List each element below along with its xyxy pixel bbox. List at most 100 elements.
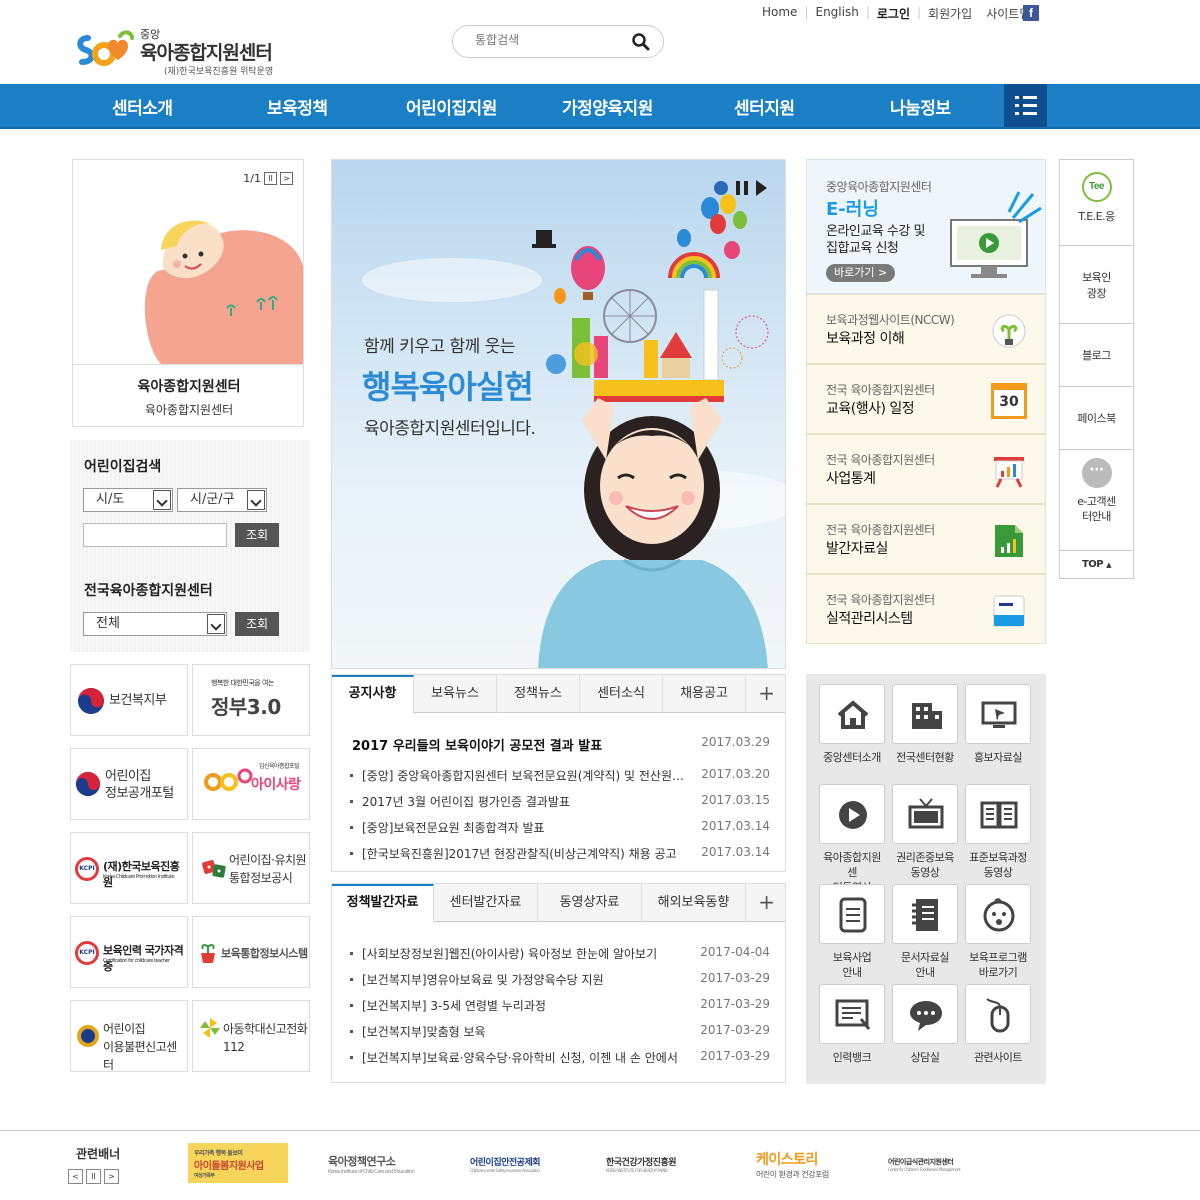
global-search-input[interactable] bbox=[475, 33, 625, 47]
elearning-small: 중앙육아종합지원센터 bbox=[826, 180, 932, 194]
link-kcpi[interactable]: KCPI (재)한국보육진흥원 Korea Childcare Promotio… bbox=[70, 832, 188, 904]
login-link[interactable]: 로그인 bbox=[870, 5, 917, 22]
banner-daycare-safety[interactable]: 어린이집안전공제회 Childcare center Safety Insura… bbox=[470, 1145, 570, 1183]
banner-food-center[interactable]: 어린이급식관리지원센터 Center for Children's Foodse… bbox=[888, 1145, 992, 1183]
search-icon[interactable] bbox=[631, 32, 651, 52]
korea-emblem-icon bbox=[78, 688, 104, 714]
banner-illustration bbox=[144, 220, 303, 370]
quick-childcare-program[interactable]: 보육프로그램 바로가기 bbox=[965, 884, 1031, 980]
daycare-search-title: 어린이집검색 bbox=[84, 459, 162, 475]
sido-select[interactable]: 시/도 bbox=[83, 488, 173, 512]
slide-indicator-dot[interactable] bbox=[714, 181, 728, 195]
main-navigation: 센터소개 보육정책 어린이집지원 가정양육지원 센터지원 나눔정보 bbox=[0, 84, 1200, 129]
mouse-icon bbox=[986, 998, 1010, 1033]
elearning-banner[interactable]: 중앙육아종합지원센터 E-러닝 온라인교육 수강 및 집합교육 신청 바로가기 > bbox=[806, 159, 1046, 294]
tile-performance-system[interactable]: 전국 육아종합지원센터 실적관리시스템 bbox=[806, 574, 1046, 644]
center-region-select[interactable]: 전체 bbox=[83, 612, 227, 636]
link-complaint-center[interactable]: 어린이집 이용불편신고센터 bbox=[70, 1000, 188, 1072]
quick-promotion-materials[interactable]: 홍보자료실 bbox=[965, 684, 1031, 765]
notebook-icon bbox=[912, 899, 938, 931]
daycare-name-input[interactable] bbox=[83, 523, 227, 547]
tab-video[interactable]: 동영상자료 bbox=[538, 884, 642, 922]
banner-healthy-family[interactable]: 한국건강가정진흥원 KOREA INSTITUTE FOR HEALTHY FA… bbox=[606, 1145, 716, 1183]
tile-publications[interactable]: 전국 육아종합지원센터 발간자료실 bbox=[806, 504, 1046, 574]
link-isarang[interactable]: 임신육아종합포털 아이사랑 bbox=[192, 748, 310, 820]
caret-up-icon: ▲ bbox=[1106, 561, 1112, 569]
side-blog[interactable]: 블로그 bbox=[1060, 324, 1133, 387]
quick-related-sites[interactable]: 관련사이트 bbox=[965, 984, 1031, 1065]
link-small-label: 행복한 대한민국을 여는 bbox=[211, 679, 274, 687]
quick-rights-video[interactable]: 권리존중보육 동영상 bbox=[892, 784, 958, 880]
join-link[interactable]: 회원가입 bbox=[921, 5, 979, 22]
footer-next-button[interactable]: > bbox=[104, 1169, 119, 1184]
side-childcare-square[interactable]: 보육인 광장 bbox=[1060, 246, 1133, 324]
logo-mark-icon bbox=[77, 30, 134, 66]
nav-center-support[interactable]: 센터지원 bbox=[734, 94, 795, 119]
sigungu-select[interactable]: 시/군/구 bbox=[177, 488, 267, 512]
quick-center-video[interactable]: 육아종합지원센터동영상 bbox=[819, 784, 885, 895]
link-label: 보육통합정보시스템 bbox=[221, 947, 308, 960]
site-logo[interactable]: 중앙 육아종합지원센터 (재)한국보육진흥원 위탁운영 bbox=[74, 22, 294, 78]
link-teacher-certificate[interactable]: KCPI 보육인력 국가자격증 Certification for childc… bbox=[70, 916, 188, 988]
tab-center-publications[interactable]: 센터발간자료 bbox=[434, 884, 538, 922]
tile-curriculum-understanding[interactable]: 보육과정웹사이트(NCCW) 보육과정 이해 bbox=[806, 294, 1046, 364]
banner-childcare-service[interactable]: 우리가족 행복 돌보미 아이돌봄지원사업 여성가족부 bbox=[188, 1143, 288, 1183]
all-menu-icon[interactable] bbox=[1004, 84, 1047, 127]
tab-childcare-news[interactable]: 보육뉴스 bbox=[414, 675, 497, 713]
link-daycare-info-portal[interactable]: 어린이집 정보공개포털 bbox=[70, 748, 188, 820]
quick-center-intro[interactable]: 중앙센터소개 bbox=[819, 684, 885, 765]
side-tee[interactable]: Tee T.E.E.응 bbox=[1060, 160, 1133, 246]
tab-center-news[interactable]: 센터소식 bbox=[580, 675, 663, 713]
tab-policy-news[interactable]: 정책뉴스 bbox=[497, 675, 580, 713]
link-childcare-integrated-system[interactable]: 보육통합정보시스템 bbox=[192, 916, 310, 988]
tile-business-statistics[interactable]: 전국 육아종합지원센터 사업통계 bbox=[806, 434, 1046, 504]
link-info-disclosure[interactable]: 어린이집·유치원 통합정보공시 bbox=[192, 832, 310, 904]
search-panel: 어린이집검색 시/도 시/군/구 조회 전국육아종합지원센터 전체 조회 bbox=[70, 440, 310, 652]
nav-home-parenting[interactable]: 가정양육지원 bbox=[562, 94, 653, 119]
quick-document-room[interactable]: 문서자료실 안내 bbox=[892, 884, 958, 980]
side-facebook[interactable]: 페이스북 bbox=[1060, 387, 1133, 450]
side-label: e-고객센 터안내 bbox=[1077, 495, 1116, 523]
link-abuse-hotline[interactable]: 아동학대신고전화 112 bbox=[192, 1000, 310, 1072]
quick-standard-curriculum-video[interactable]: 표준보육과정 동영상 bbox=[965, 784, 1031, 880]
daycare-search-button[interactable]: 조회 bbox=[235, 523, 279, 547]
nav-daycare-support[interactable]: 어린이집지원 bbox=[406, 94, 497, 119]
card-icon bbox=[993, 595, 1025, 627]
english-link[interactable]: English bbox=[808, 5, 865, 22]
quick-center-status[interactable]: 전국센터현황 bbox=[892, 684, 958, 765]
main-visual-slider[interactable]: 함께 키우고 함께 웃는 행복육아실현 육아종합지원센터입니다. bbox=[331, 159, 786, 669]
tab-overseas-trends[interactable]: 해외보육동향 bbox=[642, 884, 746, 922]
footer-prev-button[interactable]: < bbox=[68, 1169, 83, 1184]
footer-pause-button[interactable]: II bbox=[86, 1169, 101, 1184]
left-promo-banner[interactable]: 1/1 II > 육아종합지원센터 육아종합지원센터 bbox=[72, 159, 304, 427]
facebook-icon[interactable]: f bbox=[1023, 5, 1039, 21]
easel-chart-icon bbox=[994, 457, 1024, 488]
banner-pause-button[interactable]: II bbox=[264, 172, 277, 185]
nav-childcare-policy[interactable]: 보육정책 bbox=[267, 94, 328, 119]
more-plus-icon[interactable]: + bbox=[758, 890, 775, 914]
more-plus-icon[interactable]: + bbox=[758, 681, 775, 705]
tab-notice[interactable]: 공지사항 bbox=[332, 675, 414, 714]
banner-kicce[interactable]: 육아정책연구소 Korea Institute of Child Care an… bbox=[328, 1145, 428, 1183]
home-link[interactable]: Home bbox=[762, 5, 804, 22]
banner-kstory[interactable]: 케이스토리 어린이 환경과 건강포럼 bbox=[756, 1145, 846, 1183]
nav-sharing-info[interactable]: 나눔정보 bbox=[890, 94, 951, 119]
play-icon[interactable] bbox=[756, 180, 767, 196]
link-mohw[interactable]: 보건복지부 bbox=[70, 664, 188, 736]
side-ecustomer[interactable]: ··· e-고객센 터안내 bbox=[1060, 450, 1133, 551]
tab-recruitment[interactable]: 채용공고 bbox=[663, 675, 746, 713]
banner-next-button[interactable]: > bbox=[280, 172, 293, 185]
quick-childcare-business[interactable]: 보육사업 안내 bbox=[819, 884, 885, 980]
quick-staff-bank[interactable]: 인력뱅크 bbox=[819, 984, 885, 1065]
center-search-button[interactable]: 조회 bbox=[235, 612, 279, 636]
pause-icon[interactable] bbox=[736, 181, 748, 195]
link-gov30[interactable]: 행복한 대한민국을 여는 정부3.0 bbox=[192, 664, 310, 736]
tile-education-schedule[interactable]: 전국 육아종합지원센터 교육(행사) 일정 30 bbox=[806, 364, 1046, 434]
side-top-button[interactable]: TOP ▲ bbox=[1060, 551, 1133, 579]
nav-center-intro[interactable]: 센터소개 bbox=[112, 94, 173, 119]
elearning-go-button[interactable]: 바로가기 > bbox=[826, 264, 896, 282]
quick-counseling[interactable]: 상담실 bbox=[892, 984, 958, 1065]
tile-small: 전국 육아종합지원센터 bbox=[826, 593, 935, 607]
document-icon bbox=[839, 897, 867, 933]
tab-policy-publications[interactable]: 정책발간자료 bbox=[332, 884, 434, 923]
